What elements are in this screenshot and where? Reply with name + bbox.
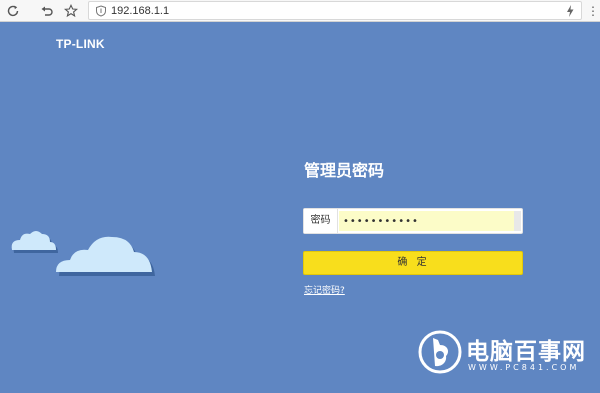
refresh-icon[interactable] xyxy=(4,2,22,20)
address-url[interactable]: 192.168.1.1 xyxy=(111,3,169,19)
bolt-icon[interactable] xyxy=(565,4,575,18)
password-input[interactable] xyxy=(339,211,515,231)
more-icon[interactable]: ⋮ xyxy=(587,3,599,19)
cloud-large-icon xyxy=(56,236,155,276)
shield-icon xyxy=(96,5,106,17)
address-bar[interactable]: 192.168.1.1 xyxy=(88,1,582,20)
back-icon[interactable] xyxy=(38,2,56,20)
forgot-password-link[interactable]: 忘记密码? xyxy=(304,283,345,296)
cloud-small-icon xyxy=(11,231,58,253)
watermark-url: WWW.PC841.COM xyxy=(468,363,580,372)
password-field[interactable]: 密码 xyxy=(303,208,523,234)
watermark-logo-icon xyxy=(418,330,462,374)
input-scrollbar xyxy=(514,211,521,231)
confirm-button[interactable]: 确 定 xyxy=(303,251,523,275)
browser-toolbar: 192.168.1.1 ⋮ xyxy=(0,0,600,22)
brand-logo: TP-LINK xyxy=(56,37,105,51)
password-label: 密码 xyxy=(304,209,338,233)
star-icon[interactable] xyxy=(62,2,80,20)
page-title: 管理员密码 xyxy=(304,161,385,180)
clouds-illustration xyxy=(11,231,155,276)
watermark-name: 电脑百事网 xyxy=(466,339,586,365)
watermark: 电脑百事网 WWW.PC841.COM xyxy=(416,328,596,380)
